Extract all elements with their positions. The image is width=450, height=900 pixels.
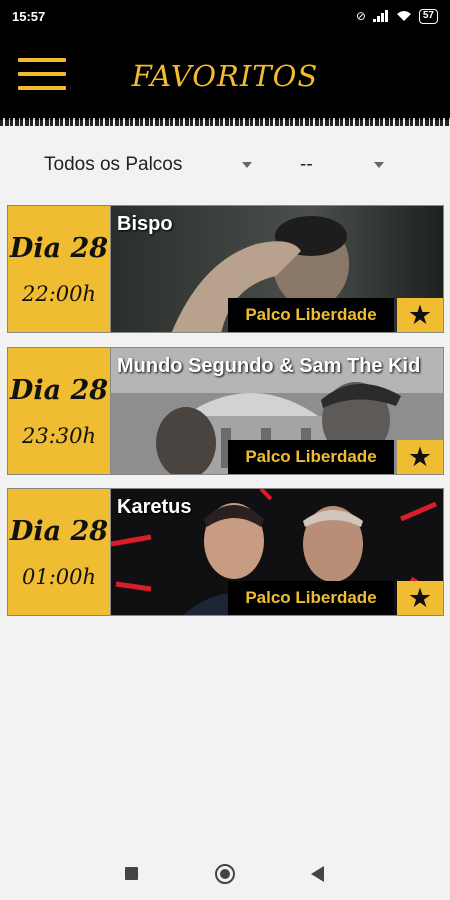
event-card[interactable]: Dia 28 01:00h Karetus Palco Liberdade ★ [7, 488, 444, 616]
event-card[interactable]: Dia 28 23:30h Mundo Segundo & Sam The Ki… [7, 347, 444, 475]
system-nav-bar [0, 848, 450, 900]
favorite-star-button[interactable]: ★ [397, 440, 443, 474]
artist-name: Bispo [117, 213, 173, 235]
page-title: FAVORITOS [131, 59, 319, 93]
artist-name: Mundo Segundo & Sam The Kid [117, 355, 421, 377]
star-icon: ★ [407, 441, 433, 472]
event-card[interactable]: Dia 28 22:00h Bispo Palco Liberdade ★ [7, 205, 444, 333]
star-icon: ★ [407, 582, 433, 613]
event-time: 22:00h [21, 281, 97, 306]
stage-label: Palco Liberdade [228, 298, 394, 332]
event-date-block: Dia 28 23:30h [8, 348, 111, 474]
wifi-icon [396, 11, 411, 21]
filter-bar: Todos os Palcos -- [0, 150, 450, 180]
status-icons: ⊘ 57 [355, 8, 438, 24]
event-time: 23:30h [21, 423, 97, 448]
stage-label: Palco Liberdade [228, 440, 394, 474]
dropdown-arrow-icon [242, 162, 252, 168]
event-day: Dia 28 [9, 374, 109, 406]
status-time: 15:57 [12, 8, 46, 24]
recent-apps-icon[interactable] [125, 867, 138, 880]
signal-icon [372, 10, 388, 22]
artist-name: Karetus [117, 496, 192, 518]
sync-off-icon: ⊘ [355, 9, 366, 23]
artist-photo: Karetus Palco Liberdade ★ [111, 489, 443, 615]
stage-filter-dropdown[interactable]: Todos os Palcos [44, 150, 256, 180]
status-bar: 15:57 ⊘ 57 [0, 0, 450, 32]
favorite-star-button[interactable]: ★ [397, 581, 443, 615]
back-icon[interactable] [311, 866, 324, 882]
artist-photo: Bispo Palco Liberdade ★ [111, 206, 443, 332]
app-header: FAVORITOS [0, 32, 450, 126]
battery-indicator: 57 [418, 8, 438, 24]
favorite-star-button[interactable]: ★ [397, 298, 443, 332]
stage-label: Palco Liberdade [228, 581, 394, 615]
event-date-block: Dia 28 01:00h [8, 489, 111, 615]
artist-photo: Mundo Segundo & Sam The Kid Palco Liberd… [111, 348, 443, 474]
day-filter-value: -- [300, 154, 313, 175]
day-filter-dropdown[interactable]: -- [300, 150, 388, 180]
event-time: 01:00h [21, 564, 97, 589]
event-day: Dia 28 [9, 232, 109, 264]
stage-filter-value: Todos os Palcos [44, 154, 183, 175]
event-day: Dia 28 [9, 515, 109, 547]
star-icon: ★ [407, 299, 433, 330]
home-icon[interactable] [215, 864, 235, 884]
event-date-block: Dia 28 22:00h [8, 206, 111, 332]
dropdown-arrow-icon [374, 162, 384, 168]
